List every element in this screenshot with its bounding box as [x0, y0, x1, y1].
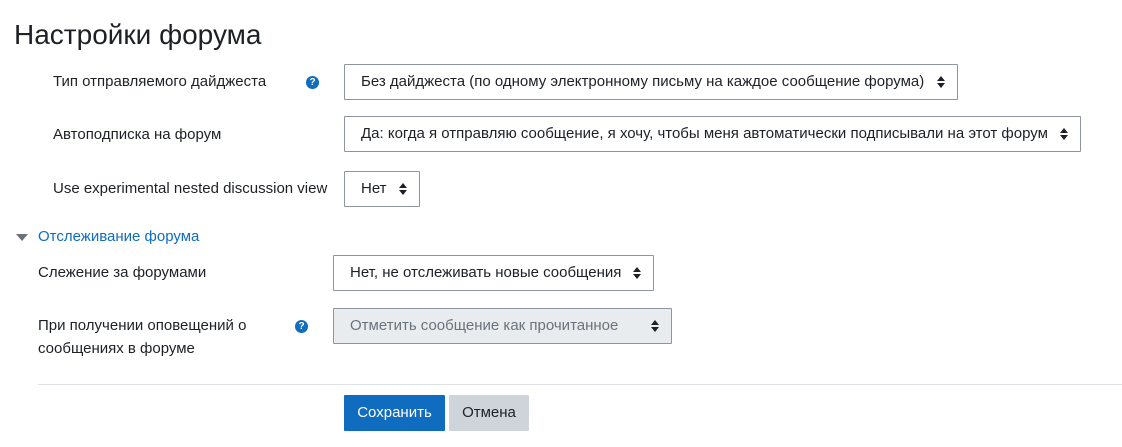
tracking-section-title[interactable]: Отслеживание форума — [38, 227, 199, 247]
select-arrows-icon — [1060, 128, 1068, 140]
mark-read-select-value: Отметить сообщение как прочитанное — [350, 317, 619, 334]
cancel-button[interactable]: Отмена — [449, 395, 529, 431]
digest-type-select-value: Без дайджеста (по одному электронному пи… — [361, 73, 925, 90]
mark-read-select: Отметить сообщение как прочитанное — [333, 308, 672, 344]
page-title: Настройки форума — [14, 19, 262, 50]
autosubscribe-select-value: Да: когда я отправляю сообщение, я хочу,… — [361, 125, 1048, 142]
select-arrows-icon — [937, 76, 945, 88]
nested-view-label: Use experimental nested discussion view — [53, 180, 328, 197]
nested-view-select[interactable]: Нет — [344, 171, 420, 207]
tracking-select-value: Нет, не отслеживать новые сообщения — [350, 264, 622, 281]
form-divider — [38, 384, 1122, 385]
select-arrows-icon — [633, 267, 641, 279]
select-arrows-icon — [651, 320, 659, 332]
tracking-select[interactable]: Нет, не отслеживать новые сообщения — [333, 255, 654, 291]
mark-read-label: При получении оповещений о сообщениях в … — [38, 314, 246, 360]
save-button[interactable]: Сохранить — [344, 395, 445, 431]
question-circle-icon[interactable]: ? — [295, 320, 308, 333]
nested-view-select-value: Нет — [361, 180, 387, 197]
mark-read-label-line1: При получении оповещений о — [38, 317, 247, 334]
mark-read-label-line2: сообщениях в форуме — [38, 340, 195, 357]
digest-type-label: Тип отправляемого дайджеста — [53, 73, 267, 90]
autosubscribe-label: Автоподписка на форум — [53, 126, 222, 143]
digest-type-select[interactable]: Без дайджеста (по одному электронному пи… — [344, 64, 958, 100]
autosubscribe-select[interactable]: Да: когда я отправляю сообщение, я хочу,… — [344, 116, 1081, 152]
question-circle-icon[interactable]: ? — [306, 76, 319, 89]
tracking-section-toggle[interactable]: Отслеживание форума — [16, 227, 199, 247]
caret-down-icon — [16, 233, 28, 241]
tracking-label: Слежение за форумами — [38, 264, 207, 281]
select-arrows-icon — [399, 183, 407, 195]
